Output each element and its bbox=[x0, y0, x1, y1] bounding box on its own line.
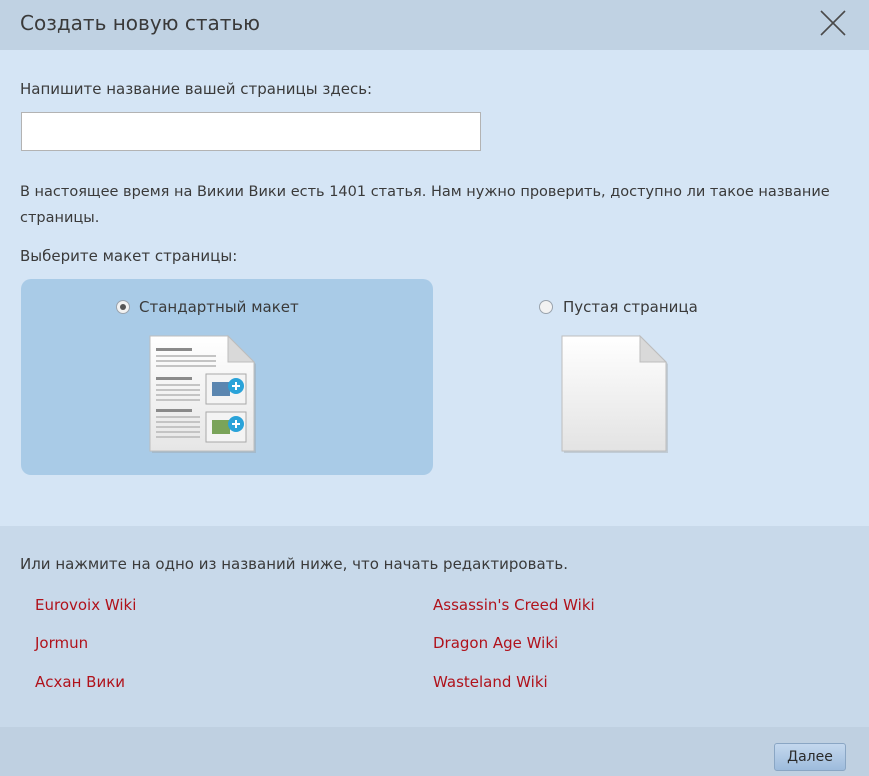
layout-option-standard[interactable]: Стандартный макет bbox=[21, 279, 433, 475]
wiki-link[interactable]: Wasteland Wiki bbox=[433, 673, 548, 691]
close-icon[interactable] bbox=[819, 9, 847, 37]
wiki-link[interactable]: Асхан Вики bbox=[35, 673, 125, 691]
close-button[interactable] bbox=[819, 9, 847, 37]
standard-layout-radio[interactable] bbox=[116, 300, 130, 314]
page-name-label: Напишите название вашей страницы здесь: bbox=[20, 80, 373, 98]
layout-label: Выберите макет страницы: bbox=[20, 247, 238, 265]
wiki-link[interactable]: Jormun bbox=[35, 634, 88, 652]
next-button[interactable]: Далее bbox=[774, 743, 846, 771]
suggestions-section: Или нажмите на одно из названий ниже, чт… bbox=[0, 526, 869, 727]
page-name-input[interactable] bbox=[21, 112, 481, 151]
standard-layout-icon bbox=[149, 334, 256, 453]
suggestions-label: Или нажмите на одно из названий ниже, чт… bbox=[20, 555, 568, 573]
standard-layout-label: Стандартный макет bbox=[139, 298, 299, 316]
dialog-header: Создать новую статью bbox=[0, 0, 869, 50]
blank-layout-label: Пустая страница bbox=[563, 298, 698, 316]
article-count-info: В настоящее время на Викии Вики есть 140… bbox=[20, 184, 830, 226]
dialog-title: Создать новую статью bbox=[20, 11, 261, 35]
blank-page-icon bbox=[561, 334, 668, 453]
wiki-link[interactable]: Eurovoix Wiki bbox=[35, 596, 136, 614]
blank-layout-radio[interactable] bbox=[539, 300, 553, 314]
layout-option-blank[interactable]: Пустая страница bbox=[445, 279, 857, 475]
dialog-footer: Далее bbox=[0, 727, 869, 776]
wiki-link[interactable]: Dragon Age Wiki bbox=[433, 634, 558, 652]
wiki-link[interactable]: Assassin's Creed Wiki bbox=[433, 596, 595, 614]
